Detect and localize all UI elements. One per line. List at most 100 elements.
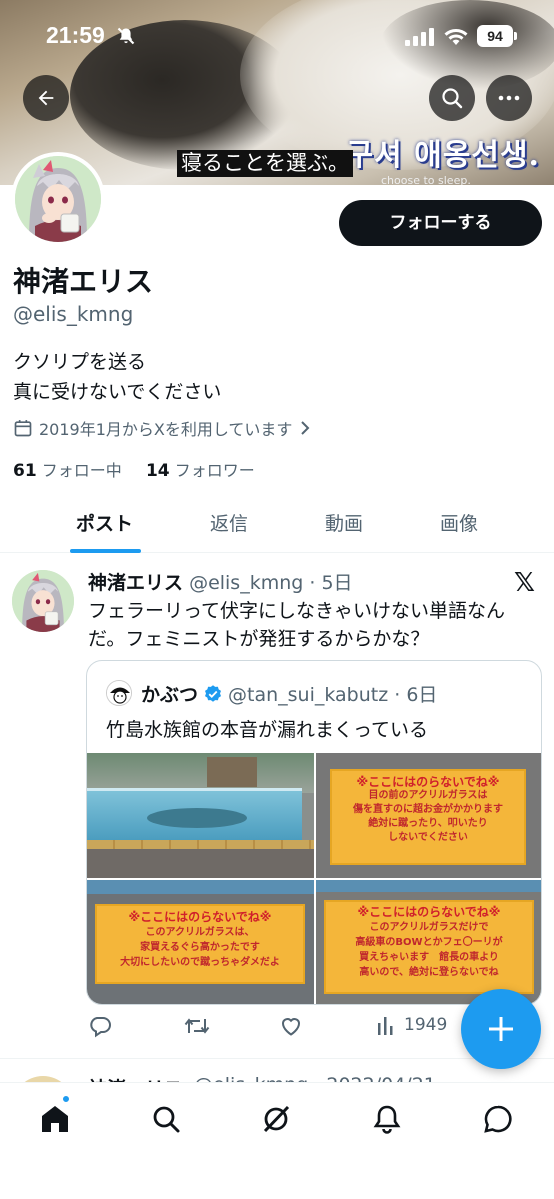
search-button[interactable] (429, 75, 475, 121)
x-logo-icon: 𝕏 (514, 568, 535, 598)
joined-date[interactable]: 2019年1月からXを利用しています (13, 416, 312, 440)
post-header: 神渚エリス @elis_kmng · 5日 (88, 568, 353, 595)
sign-title: ※ここにはのらないでね※ (356, 775, 500, 789)
sign-line: 絶対に蹴ったり、叩いたり (368, 818, 488, 829)
quoted-author-name: かぶつ (141, 684, 199, 706)
sign-line: 高いので、絶対に登らないでね (359, 967, 499, 978)
profile-name: 神渚エリス (13, 265, 154, 298)
following-label: フォロー中 (41, 461, 122, 480)
battery-tip (514, 32, 517, 40)
profile-bio: クソリプを送る 真に受けないでください (13, 347, 221, 407)
sign-line: 大切にしたいので蹴っちゃダメだよ (120, 957, 280, 968)
follow-button[interactable]: フォローする (339, 200, 542, 246)
chat-bubble-icon (484, 1105, 512, 1133)
calendar-icon (14, 420, 32, 437)
bell-slash-icon (117, 27, 135, 45)
tab-images[interactable]: 画像 (440, 509, 478, 536)
banner-subtitle-english: choose to sleep. (381, 174, 471, 185)
tab-posts[interactable]: ポスト (76, 509, 133, 536)
arrow-left-icon (38, 90, 54, 106)
search-icon (442, 88, 463, 109)
anime-girl-avatar-icon (12, 570, 74, 632)
anime-girl-avatar-icon (15, 156, 101, 242)
followers-link[interactable]: 14 フォロワー (145, 461, 255, 481)
quoted-handle-time: @tan_sui_kabutz · 6日 (228, 684, 438, 706)
quoted-post[interactable]: かぶつ @tan_sui_kabutz · 6日 竹島水族館の本音が漏れまくって… (86, 660, 542, 1005)
tab-videos[interactable]: 動画 (325, 509, 363, 536)
warning-sign-image[interactable]: ※ここにはのらないでね※ このアクリルガラスだけで 高級車のBOWとかフェ〇ーリ… (316, 880, 541, 1004)
repost-icon (184, 1018, 210, 1034)
quoted-text: 竹島水族館の本音が漏れまくっている (106, 719, 429, 741)
bell-icon (373, 1105, 401, 1134)
views-count: 1949 (404, 1015, 448, 1035)
sign-line: 目の前のアクリルガラスは (368, 790, 488, 801)
status-time: 21:59 (46, 22, 105, 48)
profile-handle: @elis_kmng (13, 302, 134, 326)
sign-line: 傷を直すのに超お金がかかります (353, 804, 503, 815)
bio-line: クソリプを送る (13, 351, 147, 373)
post-text: フェラーリって伏字にしなきゃいけない単語なんだ。フェミニストが発狂するからかな？ (88, 600, 506, 650)
views-button[interactable]: 1949 (376, 1014, 447, 1036)
post-avatar[interactable] (12, 570, 74, 632)
sign-line: 高級車のBOWとかフェ〇ーリが (355, 937, 503, 948)
follow-stats: 61 フォロー中 14 フォロワー (13, 457, 255, 481)
status-bar: 21:59 94 (0, 22, 554, 52)
more-horizontal-icon (498, 95, 520, 101)
back-button[interactable] (23, 75, 69, 121)
sign-line: しないでください (388, 832, 468, 843)
nav-search[interactable] (146, 1099, 186, 1139)
warning-sign-image[interactable]: ※ここにはのらないでね※ このアクリルガラスは、 家買えるぐら高かったです 大切… (87, 880, 314, 1004)
warning-sign-image[interactable]: ※ここにはのらないでね※ 目の前のアクリルガラスは 傷を直すのに超お金がかかりま… (316, 753, 541, 878)
sign-plate: ※ここにはのらないでね※ 目の前のアクリルガラスは 傷を直すのに超お金がかかりま… (330, 769, 526, 865)
signal-icon (405, 28, 434, 46)
bottom-navigation (0, 1082, 554, 1199)
profile-tabs: ポスト 返信 動画 画像 (0, 495, 554, 553)
sign-line: このアクリルガラスだけで (369, 922, 489, 933)
sign-line: このアクリルガラスは、 (145, 927, 255, 938)
aquarium-tank-image[interactable] (87, 753, 314, 878)
bar-chart-icon (378, 1017, 393, 1035)
banner-subtitle-korean: 구셔 애옹선생. (345, 138, 540, 173)
sign-line: 買えちゃいます 館長の車より (359, 952, 499, 963)
following-count: 61 (13, 461, 37, 481)
tab-replies[interactable]: 返信 (210, 509, 248, 536)
compose-post-button[interactable] (461, 989, 541, 1069)
like-button[interactable] (279, 1014, 303, 1038)
post-handle-time: @elis_kmng · 5日 (189, 572, 353, 594)
grok-slash-icon (263, 1105, 290, 1133)
following-link[interactable]: 61 フォロー中 (13, 461, 122, 481)
sign-title: ※ここにはのらないでね※ (128, 910, 272, 924)
post[interactable]: 神渚エリス @elis_kmng · 5日 𝕏 フェラーリって伏字にしなきゃいけ… (0, 554, 554, 1059)
quoted-avatar (106, 680, 132, 706)
verified-badge-icon (205, 684, 222, 702)
nav-notifications[interactable] (367, 1099, 407, 1139)
joined-text: 2019年1月からXを利用しています (39, 420, 293, 439)
banner-subtitle-japanese: 寝ることを選ぶ。 (177, 150, 353, 177)
heart-icon (281, 1018, 301, 1036)
post-author-name[interactable]: 神渚エリス (88, 572, 183, 594)
profile-avatar[interactable] (11, 152, 105, 246)
nav-home[interactable] (35, 1099, 75, 1139)
notification-dot (61, 1094, 71, 1104)
active-tab-indicator (70, 549, 141, 553)
nav-grok[interactable] (256, 1099, 296, 1139)
home-icon (42, 1106, 68, 1132)
bio-line: 真に受けないでください (13, 381, 222, 403)
followers-label: フォロワー (174, 461, 255, 480)
followers-count: 14 (145, 461, 170, 481)
sign-plate: ※ここにはのらないでね※ このアクリルガラスだけで 高級車のBOWとかフェ〇ーリ… (324, 900, 534, 994)
sign-line: 家買えるぐら高かったです (140, 942, 260, 953)
wifi-icon (444, 29, 468, 45)
reply-icon (90, 1017, 111, 1038)
search-icon (153, 1106, 180, 1133)
character-avatar-icon (107, 681, 131, 705)
sign-title: ※ここにはのらないでね※ (357, 905, 501, 919)
more-options-button[interactable] (486, 75, 532, 121)
quoted-image-grid: ※ここにはのらないでね※ 目の前のアクリルガラスは 傷を直すのに超お金がかかりま… (87, 753, 541, 1004)
sign-plate: ※ここにはのらないでね※ このアクリルガラスは、 家買えるぐら高かったです 大切… (95, 904, 305, 984)
battery-indicator: 94 (477, 25, 513, 47)
quoted-header: かぶつ @tan_sui_kabutz · 6日 (141, 680, 437, 707)
repost-button[interactable] (184, 1014, 210, 1038)
reply-button[interactable] (88, 1014, 112, 1038)
nav-messages[interactable] (478, 1099, 518, 1139)
